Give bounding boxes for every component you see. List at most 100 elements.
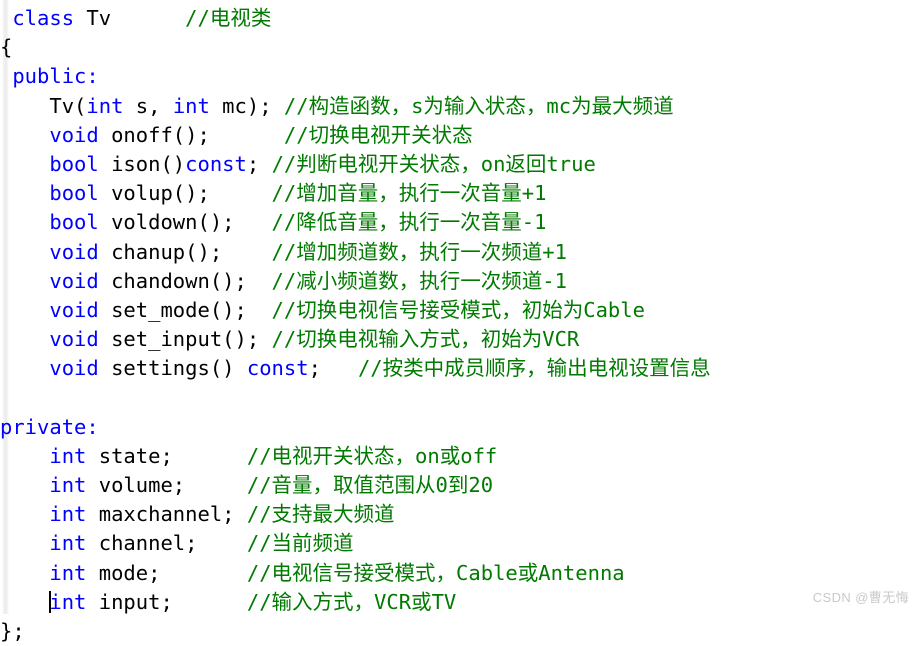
code-line[interactable]: int volume; //音量，取值范围从0到20	[0, 471, 921, 500]
code-line[interactable]: {	[0, 33, 921, 62]
code-line[interactable]: void chanup(); //增加频道数，执行一次频道+1	[0, 238, 921, 267]
code-comment: //电视开关状态，on或off	[246, 443, 498, 468]
code-comment: //切换电视开关状态	[283, 122, 473, 147]
code-keyword: int	[49, 531, 87, 556]
code-identifier	[0, 123, 49, 147]
code-identifier: ;	[246, 151, 272, 176]
code-keyword: int	[172, 93, 210, 118]
code-identifier: set_input();	[98, 327, 272, 352]
code-line[interactable]: void set_input(); //切换电视输入方式，初始为VCR	[0, 325, 921, 354]
code-keyword: class	[12, 6, 75, 30]
code-line[interactable]: public:	[0, 62, 921, 91]
code-keyword: const	[246, 356, 309, 381]
code-editor[interactable]: class Tv //电视类{ public: Tv(int s, int mc…	[0, 0, 921, 643]
code-comment: //音量，取值范围从0到20	[246, 473, 494, 497]
code-identifier: volume;	[86, 473, 247, 497]
code-identifier: s,	[123, 93, 173, 118]
code-comment: //降低音量，执行一次音量-1	[271, 210, 547, 235]
code-line[interactable]: bool volup(); //增加音量，执行一次音量+1	[0, 179, 921, 208]
code-keyword: int	[49, 560, 87, 585]
code-comment: //支持最大频道	[246, 502, 395, 527]
code-line[interactable]: int channel; //当前频道	[0, 529, 921, 558]
code-comment: //增加音量，执行一次音量+1	[271, 181, 547, 206]
code-comment: //构造函数，s为输入状态，mc为最大频道	[283, 93, 674, 118]
code-line[interactable]: };	[0, 617, 921, 646]
code-line[interactable]: void chandown(); //减小频道数，执行一次频道-1	[0, 267, 921, 296]
code-identifier	[0, 590, 49, 614]
code-identifier	[0, 152, 49, 176]
code-keyword: void	[49, 297, 99, 322]
code-identifier: ;	[308, 356, 358, 381]
code-comment: //减小频道数，执行一次频道-1	[271, 268, 567, 293]
code-line[interactable]: int mode; //电视信号接受模式，Cable或Antenna	[0, 559, 921, 588]
code-content[interactable]: class Tv //电视类{ public: Tv(int s, int mc…	[0, 4, 921, 646]
code-keyword: int	[49, 502, 87, 527]
code-identifier: chandown();	[98, 268, 272, 293]
code-line[interactable]: bool ison()const; //判断电视开关状态，on返回true	[0, 150, 921, 179]
code-identifier	[0, 6, 12, 30]
code-identifier: ison()	[98, 151, 186, 176]
code-comment: //增加频道数，执行一次频道+1	[271, 239, 567, 264]
code-keyword: int	[49, 589, 87, 614]
code-identifier: voldown();	[98, 210, 272, 235]
code-line[interactable]: int input; //输入方式，VCR或TV	[0, 588, 921, 617]
code-identifier	[0, 181, 49, 205]
code-identifier	[0, 298, 49, 322]
code-keyword: private:	[0, 414, 99, 439]
code-identifier: mc);	[209, 93, 284, 118]
code-line[interactable]: int state; //电视开关状态，on或off	[0, 442, 921, 471]
code-comment: //切换电视输入方式，初始为VCR	[271, 327, 580, 352]
code-identifier	[111, 6, 185, 30]
code-identifier: Tv(	[0, 93, 87, 118]
code-identifier: };	[0, 618, 25, 643]
code-line[interactable]	[0, 383, 921, 412]
code-comment: //输入方式，VCR或TV	[246, 589, 457, 614]
code-keyword: int	[49, 473, 87, 497]
code-line[interactable]: private:	[0, 413, 921, 442]
code-identifier	[0, 64, 12, 88]
code-comment: //电视类	[185, 6, 272, 30]
code-keyword: void	[49, 239, 99, 264]
code-comment: //电视信号接受模式，Cable或Antenna	[246, 560, 625, 585]
code-identifier	[0, 240, 49, 264]
code-identifier	[0, 269, 49, 293]
code-keyword: void	[49, 122, 99, 147]
code-line[interactable]: bool voldown(); //降低音量，执行一次音量-1	[0, 208, 921, 237]
code-comment: //按类中成员顺序，输出电视设置信息	[357, 356, 711, 381]
code-keyword: void	[49, 356, 99, 381]
code-identifier: volup();	[98, 181, 272, 206]
code-identifier	[0, 531, 49, 555]
code-keyword: bool	[49, 151, 99, 176]
code-line[interactable]: void settings() const; //按类中成员顺序，输出电视设置信…	[0, 354, 921, 383]
code-line[interactable]: int maxchannel; //支持最大频道	[0, 500, 921, 529]
code-identifier	[0, 473, 49, 497]
code-identifier	[0, 210, 49, 234]
code-comment: //当前频道	[246, 531, 354, 556]
code-keyword: void	[49, 268, 99, 293]
code-keyword: void	[49, 327, 99, 352]
code-identifier: chanup();	[98, 239, 272, 264]
code-identifier: channel;	[86, 531, 247, 556]
code-line[interactable]: void set_mode(); //切换电视信号接受模式，初始为Cable	[0, 296, 921, 325]
code-identifier	[0, 356, 49, 380]
code-keyword: int	[49, 443, 87, 468]
code-identifier: onoff();	[98, 122, 284, 147]
code-identifier: {	[0, 35, 13, 60]
code-keyword: bool	[49, 210, 99, 235]
code-line[interactable]: class Tv //电视类	[0, 4, 921, 33]
code-line[interactable]: Tv(int s, int mc); //构造函数，s为输入状态，mc为最大频道	[0, 92, 921, 121]
code-keyword: int	[86, 93, 124, 118]
csdn-watermark: CSDN @曹无悔	[812, 590, 909, 605]
code-identifier	[0, 327, 49, 351]
code-identifier: set_mode();	[98, 297, 272, 322]
code-identifier: Tv	[74, 6, 112, 30]
code-keyword: bool	[49, 181, 99, 206]
code-comment: //切换电视信号接受模式，初始为Cable	[271, 297, 645, 322]
code-identifier	[0, 444, 49, 468]
code-identifier: mode;	[86, 560, 247, 585]
code-identifier	[0, 561, 49, 585]
code-keyword: const	[185, 151, 247, 176]
code-identifier: maxchannel;	[86, 502, 247, 527]
code-line[interactable]: void onoff(); //切换电视开关状态	[0, 121, 921, 150]
code-identifier	[0, 502, 49, 526]
